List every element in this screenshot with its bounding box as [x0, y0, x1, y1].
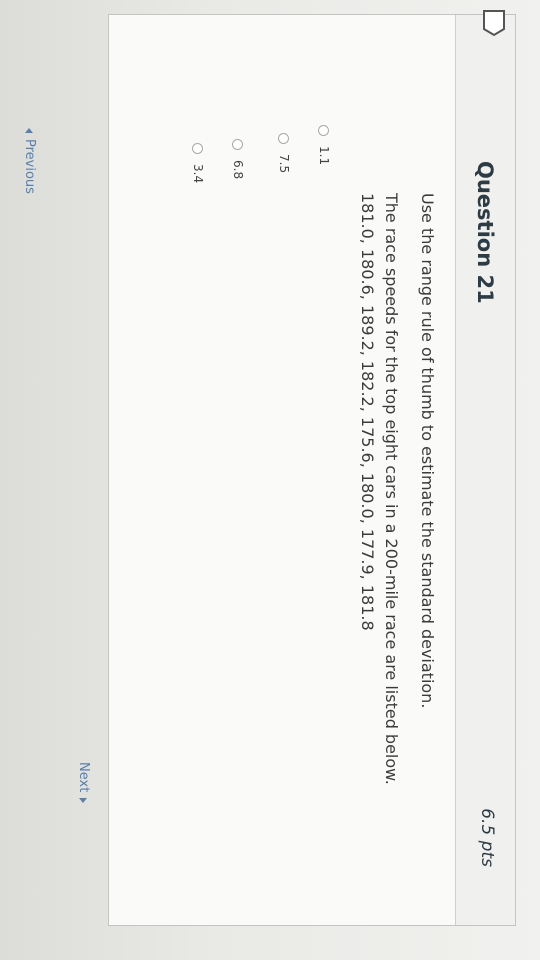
browser-viewport: Question 21 6.5 pts Use the range rule o…	[0, 0, 540, 960]
radio-icon[interactable]	[278, 133, 290, 144]
answer-choice[interactable]: 7.5	[277, 133, 291, 173]
radio-icon[interactable]	[232, 139, 244, 150]
radio-icon[interactable]	[318, 125, 330, 136]
next-button[interactable]: Next	[76, 762, 91, 804]
next-label: Next	[76, 762, 91, 793]
answer-label: 3.4	[191, 164, 205, 184]
answer-choice[interactable]: 3.4	[191, 143, 205, 183]
question-header: Question 21 6.5 pts	[455, 10, 515, 925]
answer-choice[interactable]: 6.8	[231, 139, 245, 179]
question-points: 6.5 pts	[477, 808, 497, 867]
answer-label: 1.1	[317, 146, 331, 166]
answer-choice[interactable]: 1.1	[317, 125, 331, 165]
question-instruction: Use the range rule of thumb to estimate …	[418, 193, 437, 709]
previous-label: Previous	[22, 139, 37, 194]
question-title: Question 21	[473, 161, 497, 304]
flag-icon[interactable]	[481, 9, 507, 37]
question-data: 181.0, 180.6, 189.2, 182.2, 175.6, 180.0…	[358, 193, 377, 631]
chevron-left-icon	[25, 128, 34, 133]
question-card: Question 21 6.5 pts Use the range rule o…	[108, 10, 516, 926]
chevron-right-icon	[79, 798, 88, 804]
answer-label: 7.5	[277, 154, 291, 174]
previous-button[interactable]: Previous	[22, 128, 37, 194]
radio-icon[interactable]	[192, 143, 204, 154]
question-prompt: The race speeds for the top eight cars i…	[382, 193, 401, 785]
answer-label: 6.8	[231, 160, 245, 180]
